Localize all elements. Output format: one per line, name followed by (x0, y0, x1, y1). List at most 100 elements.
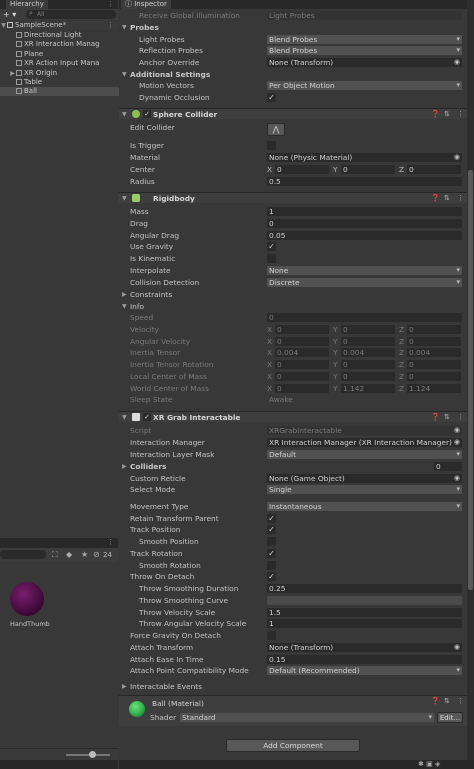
custom-reticle-field[interactable]: None (Game Object) (267, 474, 462, 483)
light-probes-dropdown[interactable]: Blend Probes (267, 35, 462, 44)
hierarchy-item-selected[interactable]: Ball (0, 87, 127, 96)
smooth-rotation-row: Smooth Rotation (119, 560, 467, 571)
foldout-arrow-icon: ▼ (122, 24, 127, 31)
hierarchy-tab[interactable]: Hierarchy (6, 0, 48, 9)
network-icon[interactable]: ◈ (435, 760, 440, 768)
component-enabled-checkbox[interactable]: ✓ (143, 413, 151, 421)
info-foldout[interactable]: ▼ Info (119, 301, 467, 312)
hierarchy-item[interactable]: ▶ XR Origin (0, 69, 127, 78)
retain-transform-checkbox[interactable]: ✓ (267, 514, 276, 523)
hidden-packages-icon[interactable]: ⊘ (93, 550, 100, 559)
throw-curve-field[interactable] (267, 596, 462, 605)
attach-compat-dropdown[interactable]: Default (Recommended) (267, 666, 462, 675)
preset-icon[interactable]: ⇅ (444, 109, 450, 120)
attach-transform-row: Attach Transform None (Transform) (119, 642, 467, 653)
physic-material-field[interactable]: None (Physic Material) (267, 153, 462, 162)
colliders-foldout[interactable]: ▶ Colliders 0 (119, 461, 467, 472)
scrollbar-thumb[interactable] (468, 170, 473, 590)
foldout-arrow-icon: ▼ (122, 71, 127, 78)
throw-on-detach-checkbox[interactable]: ✓ (267, 572, 276, 581)
track-rotation-checkbox[interactable]: ✓ (267, 549, 276, 558)
is-trigger-checkbox[interactable] (267, 141, 276, 150)
zoom-slider-handle[interactable] (89, 751, 96, 758)
scene-row[interactable]: ▼ SampleScene* ⋮ (0, 21, 118, 30)
expand-arrow-icon[interactable]: ▶ (9, 69, 16, 78)
hierarchy-item[interactable]: XR Interaction Manag (0, 40, 127, 49)
filter-label-icon[interactable]: ◆ (66, 550, 72, 559)
additional-settings-header[interactable]: ▼ Additional Settings (119, 69, 467, 80)
use-gravity-checkbox[interactable]: ✓ (267, 242, 276, 251)
foldout-arrow-icon: ▼ (122, 111, 127, 118)
drag-field[interactable]: 0 (267, 219, 462, 228)
preset-icon[interactable]: ⇅ (444, 412, 450, 423)
project-search-input[interactable] (0, 550, 46, 559)
component-menu-icon[interactable]: ⋮ (457, 193, 464, 204)
reflection-probes-dropdown[interactable]: Blend Probes (267, 46, 462, 55)
probes-header[interactable]: ▼ Probes (119, 22, 467, 33)
bug-icon[interactable]: ✱ (418, 760, 424, 768)
select-mode-dropdown[interactable]: Single (267, 485, 462, 494)
add-component-button[interactable]: Add Component (226, 739, 360, 752)
filter-type-icon[interactable]: ⛶ (52, 550, 58, 560)
notification-icon[interactable]: ▣ (426, 760, 433, 768)
component-menu-icon[interactable]: ⋮ (457, 109, 464, 120)
movement-type-dropdown[interactable]: Instantaneous (267, 502, 462, 511)
status-bar-inspector (119, 760, 467, 769)
attach-transform-field[interactable]: None (Transform) (267, 643, 462, 652)
zoom-slider[interactable] (66, 754, 110, 756)
smooth-rotation-checkbox[interactable] (267, 561, 276, 570)
sphere-collider-header[interactable]: ▼ ✓ Sphere Collider ❓ ⇅ ⋮ (119, 108, 467, 119)
interactable-events-foldout[interactable]: ▶ Interactable Events (119, 681, 467, 692)
handthumb-asset-thumbnail[interactable] (10, 582, 44, 616)
tab-menu-icon[interactable]: ⋮ (107, 538, 114, 546)
hierarchy-item[interactable]: Directional Light (0, 31, 127, 40)
anchor-override-field[interactable]: None (Transform) (267, 58, 462, 67)
mass-field[interactable]: 1 (267, 207, 462, 216)
hidden-count: 24 (103, 551, 112, 559)
interaction-manager-field[interactable]: XR Interaction Manager (XR Interaction M… (267, 438, 462, 447)
hierarchy-item[interactable]: Table (0, 78, 127, 87)
colliders-count-field[interactable]: 0 (434, 462, 462, 471)
preset-icon[interactable]: ⇅ (444, 697, 450, 705)
inspector-tab[interactable]: ⓘ Inspector (121, 0, 171, 9)
force-gravity-checkbox[interactable] (267, 631, 276, 640)
preset-icon[interactable]: ⇅ (444, 193, 450, 204)
interaction-layer-dropdown[interactable]: Default (267, 450, 462, 459)
rigidbody-header[interactable]: ▼ Rigidbody ❓ ⇅ ⋮ (119, 192, 467, 203)
component-enabled-checkbox[interactable]: ✓ (143, 110, 151, 118)
attach-ease-field[interactable]: 0.15 (267, 655, 462, 664)
help-icon[interactable]: ❓ (431, 193, 440, 204)
favorite-star-icon[interactable]: ★ (81, 550, 88, 559)
is-kinematic-checkbox[interactable] (267, 254, 276, 263)
throw-velocity-field[interactable]: 1.5 (267, 608, 462, 617)
throw-duration-field[interactable]: 0.25 (267, 584, 462, 593)
edit-shader-button[interactable]: Edit... (437, 712, 463, 723)
track-position-checkbox[interactable]: ✓ (267, 525, 276, 534)
help-icon[interactable]: ❓ (431, 412, 440, 423)
add-dropdown-button[interactable]: + ▾ (3, 10, 16, 19)
interpolate-dropdown[interactable]: None (267, 266, 462, 275)
help-icon[interactable]: ❓ (431, 697, 440, 705)
scene-menu-icon[interactable]: ⋮ (107, 21, 114, 30)
edit-collider-button[interactable]: ⋀ (267, 123, 285, 136)
help-icon[interactable]: ❓ (431, 109, 440, 120)
component-menu-icon[interactable]: ⋮ (457, 697, 464, 705)
tab-menu-icon[interactable]: ⋮ (107, 0, 114, 8)
hierarchy-item[interactable]: XR Action Input Mana (0, 59, 127, 68)
smooth-position-checkbox[interactable] (267, 537, 276, 546)
radius-field[interactable]: 0.5 (267, 177, 462, 186)
dynamic-occlusion-checkbox[interactable]: ✓ (267, 93, 276, 102)
collision-detection-dropdown[interactable]: Discrete (267, 278, 462, 287)
constraints-foldout[interactable]: ▶ Constraints (119, 289, 467, 300)
component-menu-icon[interactable]: ⋮ (457, 412, 464, 423)
shader-dropdown[interactable]: Standard (180, 713, 434, 722)
xr-grab-interactable-header[interactable]: ▼ ✓ XR Grab Interactable ❓ ⇅ ⋮ (119, 411, 467, 422)
hierarchy-item[interactable]: Plane (0, 50, 127, 59)
throw-angular-field[interactable]: 1 (267, 619, 462, 628)
motion-vectors-dropdown[interactable]: Per Object Motion (267, 81, 462, 90)
angular-drag-field[interactable]: 0.05 (267, 231, 462, 240)
speed-row: Speed 0 (119, 312, 467, 323)
expand-arrow-icon[interactable]: ▼ (0, 21, 7, 30)
inspector-scrollbar[interactable] (467, 0, 474, 769)
hierarchy-search-input[interactable]: ⌕ All (26, 9, 116, 19)
